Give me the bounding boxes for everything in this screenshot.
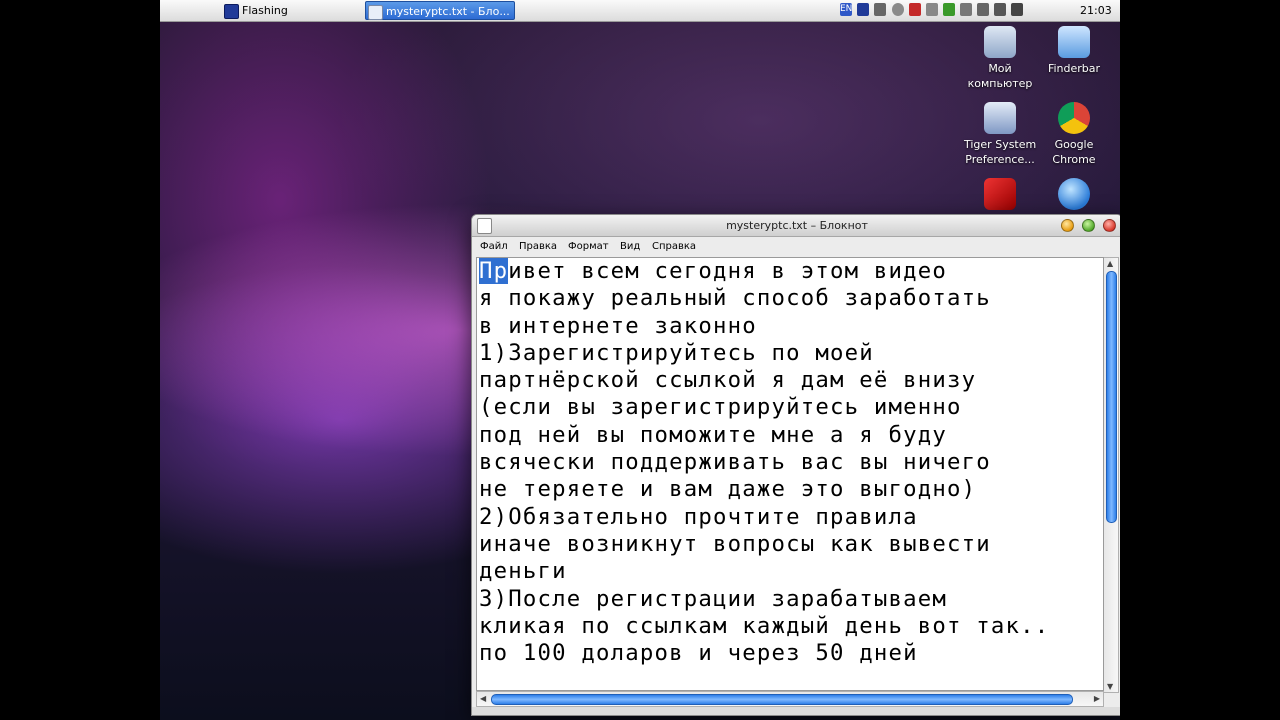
window-title: mysteryptc.txt – Блокнот: [726, 219, 868, 232]
top-taskbar: Flashing mysteryptc.txt - Бло... EN 21:0…: [160, 0, 1120, 22]
desktop-icon-computer[interactable]: Мой компьютер: [964, 26, 1036, 91]
menu-view[interactable]: Вид: [620, 237, 640, 256]
scroll-up-arrow-icon[interactable]: ▲: [1107, 259, 1113, 268]
desktop-icon-label: Мой компьютер: [967, 62, 1033, 90]
desktop-icon-chrome[interactable]: Google Chrome: [1038, 102, 1110, 167]
menu-format[interactable]: Формат: [568, 237, 609, 256]
desktop-icon-kaspersky[interactable]: [964, 178, 1036, 213]
desktop-icon-label: Tiger System Preference...: [964, 138, 1037, 166]
document-body[interactable]: ивет всем сегодня в этом видео я покажу …: [479, 258, 1049, 666]
flashing-app-icon: [224, 4, 239, 19]
apple-menu-icon[interactable]: [176, 2, 194, 19]
network-tray-icon[interactable]: [926, 3, 938, 16]
minimize-button[interactable]: [1061, 219, 1074, 232]
preferences-icon: [984, 102, 1016, 134]
window-bottom-edge: [472, 707, 1120, 715]
menu-edit[interactable]: Правка: [519, 237, 557, 256]
wifi-icon[interactable]: [892, 3, 904, 16]
close-button[interactable]: [1103, 219, 1116, 232]
scroll-down-arrow-icon[interactable]: ▼: [1107, 682, 1113, 691]
desktop-icon-itunes[interactable]: [1038, 178, 1110, 213]
battery-icon[interactable]: [960, 3, 972, 16]
utility-tray-icon[interactable]: [943, 3, 955, 16]
itunes-icon: [1058, 178, 1090, 210]
menu-help[interactable]: Справка: [652, 237, 696, 256]
desktop-icon-tiger-preferences[interactable]: Tiger System Preference...: [964, 102, 1036, 167]
vertical-scroll-thumb[interactable]: [1106, 271, 1117, 523]
scroll-right-arrow-icon[interactable]: ▶: [1094, 694, 1100, 703]
taskbar-item-flashing[interactable]: Flashing: [222, 1, 352, 20]
power-icon[interactable]: [1011, 3, 1023, 16]
display-tray-icon[interactable]: [874, 3, 886, 16]
scroll-left-arrow-icon[interactable]: ◀: [480, 694, 486, 703]
system-tray: EN: [840, 3, 1030, 18]
chrome-icon: [1058, 102, 1090, 134]
clock[interactable]: 21:03: [1080, 0, 1112, 21]
window-titlebar[interactable]: mysteryptc.txt – Блокнот: [472, 215, 1120, 237]
folder-icon: [1058, 26, 1090, 58]
notepad-app-icon: [368, 5, 383, 20]
document-text[interactable]: Привет всем сегодня в этом видео я покаж…: [479, 258, 1099, 667]
horizontal-scrollbar[interactable]: ◀ ▶: [476, 691, 1104, 707]
desktop: Flashing mysteryptc.txt - Бло... EN 21:0…: [160, 0, 1120, 720]
desktop-icon-label: Google Chrome: [1052, 138, 1096, 166]
text-selection[interactable]: Пр: [479, 258, 509, 284]
app-tray-icon[interactable]: [857, 3, 869, 16]
menu-bar: Файл Правка Формат Вид Справка: [472, 237, 1120, 256]
text-editor[interactable]: Привет всем сегодня в этом видео я покаж…: [476, 257, 1104, 691]
antivirus-tray-icon[interactable]: [909, 3, 921, 16]
computer-icon: [984, 26, 1016, 58]
desktop-icon-label: Finderbar: [1047, 62, 1101, 75]
horizontal-scroll-thumb[interactable]: [491, 694, 1073, 705]
taskbar-item-label: mysteryptc.txt - Бло...: [386, 5, 510, 18]
volume-icon[interactable]: [994, 3, 1006, 16]
bluetooth-icon[interactable]: [977, 3, 989, 16]
maximize-button[interactable]: [1082, 219, 1095, 232]
notepad-window: mysteryptc.txt – Блокнот Файл Правка Фор…: [471, 214, 1120, 716]
vertical-scrollbar[interactable]: ▲ ▼: [1104, 257, 1119, 693]
menu-file[interactable]: Файл: [480, 237, 508, 256]
kaspersky-icon: [984, 178, 1016, 210]
taskbar-item-notepad[interactable]: mysteryptc.txt - Бло...: [365, 1, 515, 20]
language-indicator[interactable]: EN: [840, 3, 852, 16]
desktop-icon-finderbar[interactable]: Finderbar: [1038, 26, 1110, 76]
taskbar-item-label: Flashing: [242, 4, 288, 17]
